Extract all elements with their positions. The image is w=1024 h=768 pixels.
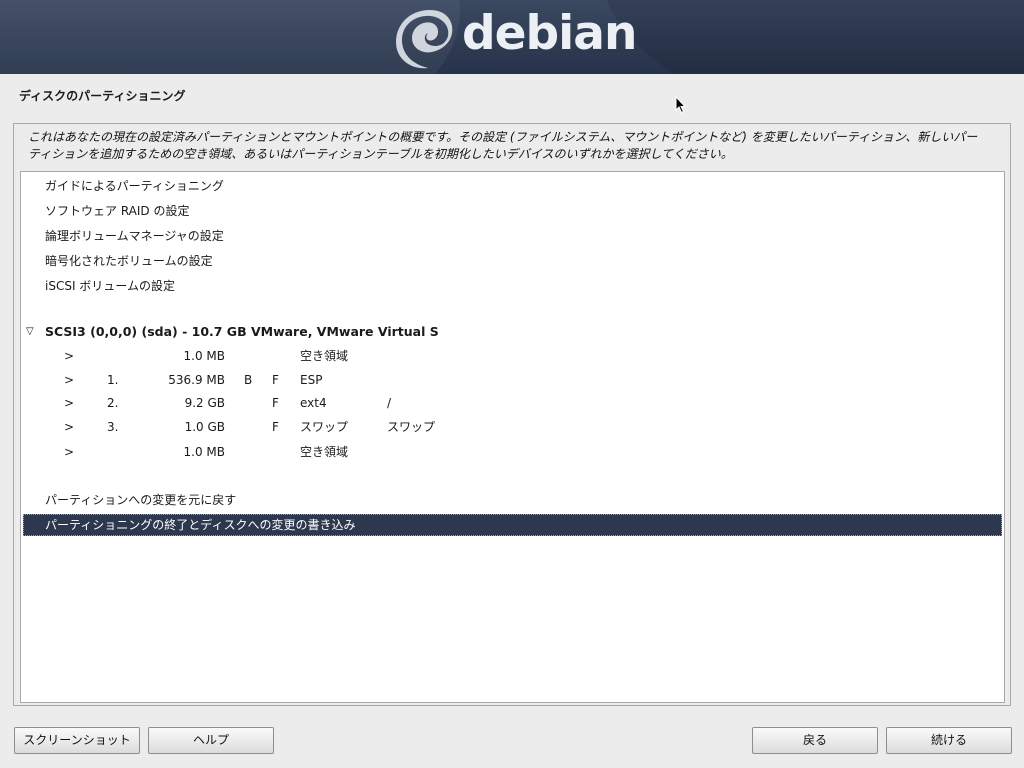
partition-filesystem: ESP	[300, 373, 323, 387]
row-arrow-icon: >	[64, 396, 75, 410]
partition-list[interactable]: ガイドによるパーティショニング ソフトウェア RAID の設定 論理ボリュームマ…	[20, 171, 1005, 703]
partition-size: 9.2 GB	[184, 396, 225, 410]
partition-format-flag: F	[272, 420, 279, 434]
partition-number: 3.	[107, 420, 119, 434]
partition-size: 1.0 GB	[184, 420, 225, 434]
continue-button[interactable]: 続ける	[886, 727, 1012, 754]
undo-changes-item[interactable]: パーティションへの変更を元に戻す	[23, 489, 1002, 511]
partition-row-free-1[interactable]: > 1.0 MB 空き領域	[23, 345, 1002, 367]
menu-item-label: パーティショニングの終了とディスクへの変更の書き込み	[45, 518, 356, 532]
intro-text: これはあなたの現在の設定済みパーティションとマウントポイントの概要です。その設定…	[28, 129, 988, 163]
debian-banner: debian	[0, 0, 1024, 74]
partition-mountpoint: スワップ	[387, 420, 436, 434]
menu-item-raid[interactable]: ソフトウェア RAID の設定	[23, 200, 1002, 222]
row-arrow-icon: >	[64, 445, 75, 459]
partition-row-3[interactable]: > 3. 1.0 GB F スワップ スワップ	[23, 416, 1002, 438]
partition-filesystem: 空き領域	[300, 445, 349, 459]
partition-filesystem: 空き領域	[300, 349, 349, 363]
menu-item-guided[interactable]: ガイドによるパーティショニング	[23, 175, 1002, 197]
help-button[interactable]: ヘルプ	[148, 727, 274, 754]
menu-item-iscsi[interactable]: iSCSI ボリュームの設定	[23, 275, 1002, 297]
disk-label: SCSI3 (0,0,0) (sda) - 10.7 GB VMware, VM…	[45, 324, 439, 339]
menu-item-lvm[interactable]: 論理ボリュームマネージャの設定	[23, 225, 1002, 247]
screenshot-button[interactable]: スクリーンショット	[14, 727, 140, 754]
partition-number: 2.	[107, 396, 119, 410]
partition-boot-flag: B	[244, 373, 253, 387]
intro-line: これはあなたの現在の設定済みパーティションとマウントポイントの概要です。その設定…	[28, 130, 978, 144]
finish-partitioning-item[interactable]: パーティショニングの終了とディスクへの変更の書き込み	[23, 514, 1002, 536]
debian-swirl-icon	[396, 10, 453, 69]
collapse-triangle-icon[interactable]: ▽	[26, 321, 34, 343]
row-arrow-icon: >	[64, 373, 75, 387]
disk-row-sda[interactable]: ▽ SCSI3 (0,0,0) (sda) - 10.7 GB VMware, …	[23, 321, 1002, 343]
partition-row-1[interactable]: > 1. 536.9 MB B F ESP	[23, 369, 1002, 391]
menu-item-label: パーティションへの変更を元に戻す	[45, 493, 237, 507]
partition-size: 1.0 MB	[183, 445, 225, 459]
partition-format-flag: F	[272, 373, 279, 387]
partition-filesystem: ext4	[300, 396, 327, 410]
partition-mountpoint: /	[387, 396, 392, 410]
page-title: ディスクのパーティショニング	[19, 89, 186, 103]
back-button[interactable]: 戻る	[752, 727, 878, 754]
partition-size: 536.9 MB	[168, 373, 225, 387]
menu-item-label: 暗号化されたボリュームの設定	[45, 254, 213, 268]
mouse-pointer-icon	[675, 96, 687, 114]
menu-item-label: ガイドによるパーティショニング	[45, 179, 224, 193]
partition-number: 1.	[107, 373, 119, 387]
partition-size: 1.0 MB	[183, 349, 225, 363]
row-arrow-icon: >	[64, 420, 75, 434]
partition-row-free-2[interactable]: > 1.0 MB 空き領域	[23, 441, 1002, 463]
debian-logo-text: debian	[462, 6, 637, 61]
partition-format-flag: F	[272, 396, 279, 410]
menu-item-label: 論理ボリュームマネージャの設定	[45, 229, 224, 243]
row-arrow-icon: >	[64, 349, 75, 363]
partition-filesystem: スワップ	[300, 420, 349, 434]
menu-item-label: iSCSI ボリュームの設定	[45, 279, 175, 293]
partition-row-2[interactable]: > 2. 9.2 GB F ext4 /	[23, 392, 1002, 414]
intro-line: ティションを追加するための空き領域、あるいはパーティションテーブルを初期化したい…	[28, 147, 733, 161]
menu-item-encrypted[interactable]: 暗号化されたボリュームの設定	[23, 250, 1002, 272]
banner-decoration	[600, 0, 1024, 74]
menu-item-label: ソフトウェア RAID の設定	[45, 204, 190, 218]
